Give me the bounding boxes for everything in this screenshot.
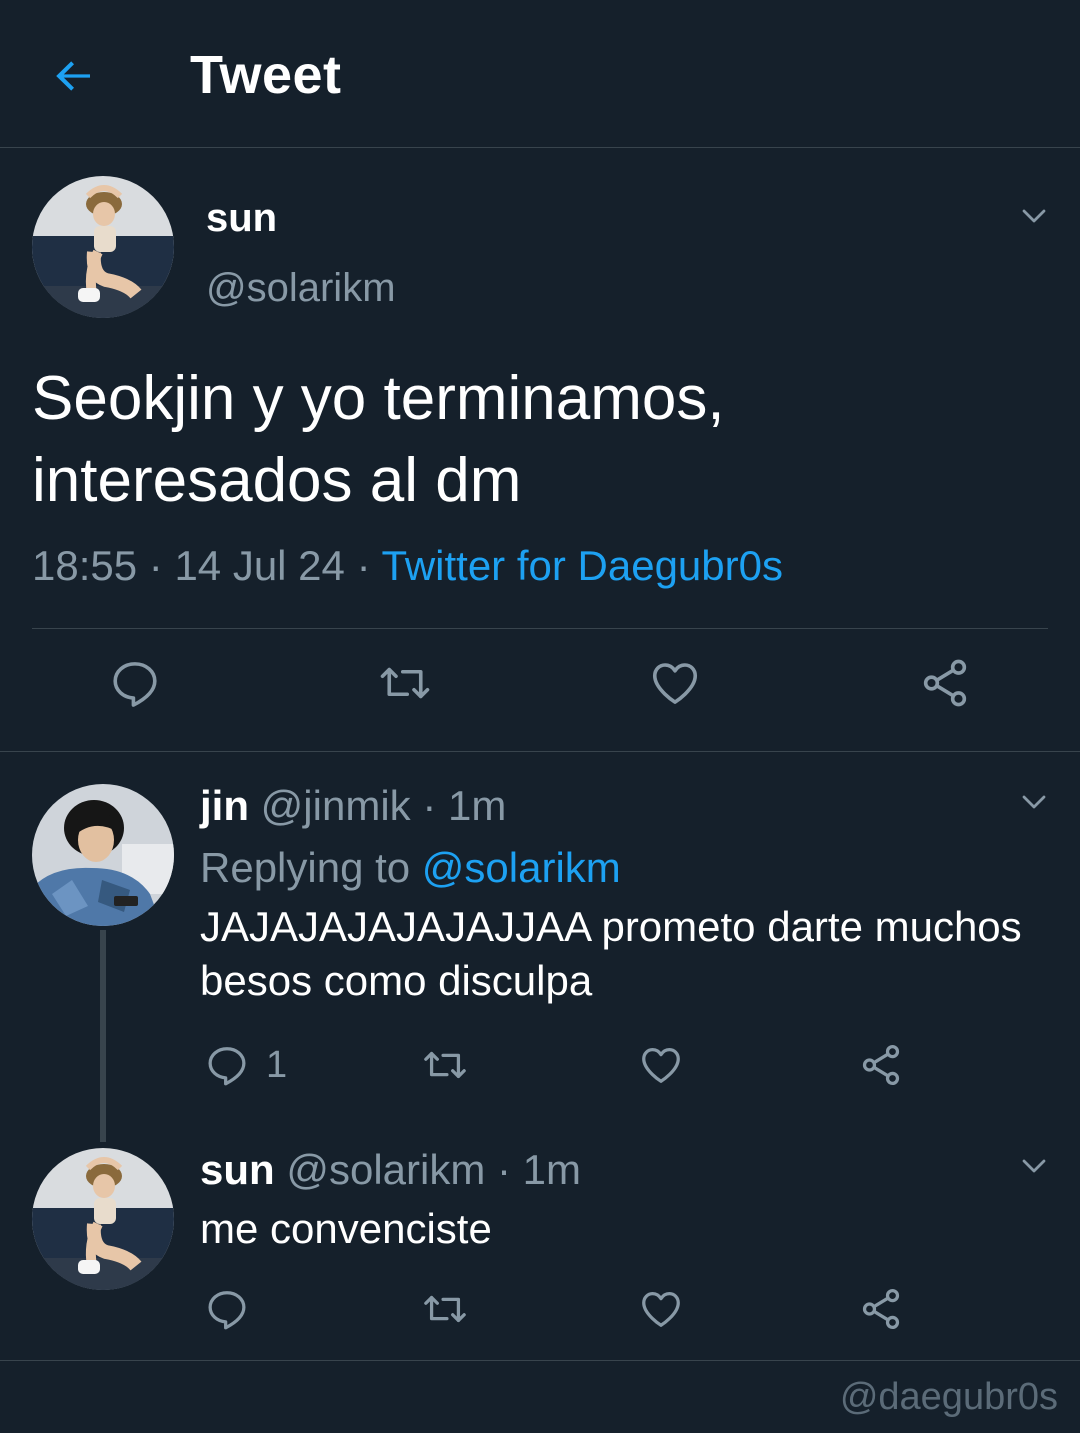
chevron-down-icon xyxy=(1022,1159,1046,1173)
reply-button[interactable] xyxy=(108,656,162,710)
tweet-date: 14 Jul 24 xyxy=(174,542,345,589)
share-icon xyxy=(862,1288,900,1330)
divider xyxy=(0,1360,1080,1361)
reply-icon xyxy=(113,662,157,707)
reply-button[interactable]: 1 xyxy=(204,1042,287,1088)
page-title: Tweet xyxy=(190,45,342,105)
share-icon xyxy=(923,659,967,707)
tweet-text: me convenciste xyxy=(200,1205,492,1252)
retweet-icon xyxy=(424,1295,466,1323)
author-name[interactable]: sun xyxy=(200,1146,275,1193)
chevron-down-icon xyxy=(1022,209,1046,223)
share-button[interactable] xyxy=(918,656,972,710)
author-handle[interactable]: @solarikm xyxy=(286,1146,485,1193)
back-button[interactable] xyxy=(48,50,100,102)
avatar[interactable] xyxy=(32,1148,174,1290)
avatar[interactable] xyxy=(32,176,174,318)
reply-icon xyxy=(208,1291,246,1330)
tweet-source-link[interactable]: Twitter for Daegubr0s xyxy=(381,542,783,589)
author-name[interactable]: jin xyxy=(200,782,249,829)
reply-header: jin @jinmik · 1m xyxy=(200,782,506,830)
tweet-time: 18:55 xyxy=(32,542,138,589)
chevron-down-icon xyxy=(1022,795,1046,809)
author-handle[interactable]: @jinmik xyxy=(261,782,411,829)
meta-separator: · xyxy=(344,542,382,589)
arrow-left-icon xyxy=(56,61,90,91)
tweet-menu-button[interactable] xyxy=(1014,196,1054,236)
tweet-meta: 18:55 · 14 Jul 24 · Twitter for Daegubr0… xyxy=(32,542,783,590)
thread-line xyxy=(100,930,106,1142)
retweet-icon xyxy=(424,1051,466,1079)
watermark: @daegubr0s xyxy=(839,1376,1058,1418)
tweet-time[interactable]: 1m xyxy=(523,1146,581,1193)
like-icon xyxy=(642,1292,680,1327)
tweet-text: JAJAJAJAJAJAJJAA prometo darte muchos be… xyxy=(200,903,1022,1004)
tweet-menu-button[interactable] xyxy=(1014,782,1054,822)
tweet-menu-button[interactable] xyxy=(1014,1146,1054,1186)
avatar[interactable] xyxy=(32,784,174,926)
retweet-icon xyxy=(380,667,430,699)
retweet-button[interactable] xyxy=(420,1042,470,1088)
top-bar: Tweet xyxy=(0,0,1080,148)
like-icon xyxy=(652,663,698,704)
like-icon xyxy=(642,1048,680,1083)
meta-separator: · xyxy=(410,782,448,829)
share-button[interactable] xyxy=(858,1286,904,1332)
retweet-button[interactable] xyxy=(420,1286,470,1332)
divider xyxy=(32,628,1048,629)
reply-count: 1 xyxy=(266,1043,288,1086)
replying-to-handle[interactable]: @solarikm xyxy=(422,844,621,891)
reply-button[interactable] xyxy=(204,1286,250,1332)
replying-to: Replying to @solarikm xyxy=(200,844,621,892)
replying-to-label: Replying to xyxy=(200,844,422,891)
main-tweet: sun @solarikm Seokjin y yo terminamos, i… xyxy=(0,148,1080,752)
author-handle[interactable]: @solarikm xyxy=(206,266,396,311)
reply-icon xyxy=(208,1047,246,1086)
tweet-actions xyxy=(0,656,1080,720)
meta-separator: · xyxy=(137,542,175,589)
reply-header: sun @solarikm · 1m xyxy=(200,1146,581,1194)
like-button[interactable] xyxy=(648,656,702,710)
share-button[interactable] xyxy=(858,1042,904,1088)
reply-tweet[interactable]: jin @jinmik · 1m Replying to @solarikm J… xyxy=(0,752,1080,1152)
reply-tweet[interactable]: sun @solarikm · 1m me convenciste xyxy=(0,1146,1080,1360)
share-icon xyxy=(862,1044,900,1086)
tweet-text: Seokjin y yo terminamos, interesados al … xyxy=(32,364,725,515)
author-name[interactable]: sun xyxy=(206,196,277,241)
tweet-time[interactable]: 1m xyxy=(448,782,506,829)
like-button[interactable] xyxy=(638,1286,684,1332)
retweet-button[interactable] xyxy=(376,656,434,710)
like-button[interactable] xyxy=(638,1042,684,1088)
meta-separator: · xyxy=(485,1146,523,1193)
